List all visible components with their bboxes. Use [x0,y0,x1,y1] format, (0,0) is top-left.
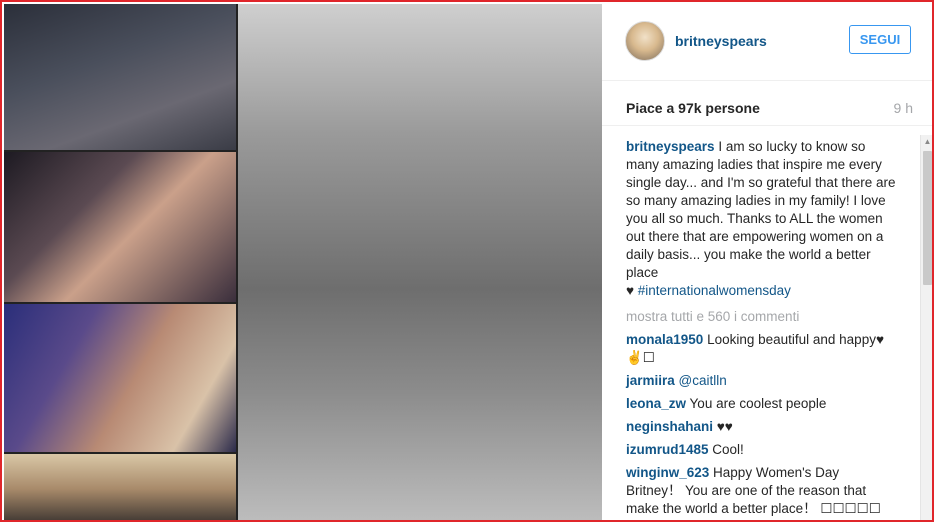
post-sidebar: britneyspears SEGUI Piace a 97k persone … [602,4,932,520]
caption-username[interactable]: britneyspears [626,139,715,154]
comment-username[interactable]: monala1950 [626,332,703,347]
comment-username[interactable]: leona_zw [626,396,686,411]
comment-item: neginshahani ♥♥ [626,418,898,436]
collage-photo-3 [4,304,236,452]
comment-item: monala1950 Looking beautiful and happy♥✌… [626,331,898,367]
comment-item: leona_zw You are coolest people [626,395,898,413]
post-time[interactable]: 9 h [894,100,913,116]
comments-list: britneyspears I am so lucky to know so m… [626,138,898,520]
caption-text: I am so lucky to know so many amazing la… [626,139,896,280]
comment-text: ♥♥ [716,419,733,434]
likes-count[interactable]: Piace a 97k persone [626,100,760,116]
main-photo [238,4,602,520]
post-header: britneyspears SEGUI [602,4,932,81]
comment-mention[interactable]: @caitlln [679,373,727,388]
follow-button[interactable]: SEGUI [849,25,911,54]
post-caption: britneyspears I am so lucky to know so m… [626,138,898,300]
comment-username[interactable]: winginw_623 [626,465,709,480]
hashtag-link[interactable]: #internationalwomensday [638,283,791,298]
avatar[interactable] [625,21,665,61]
collage-photo-4 [4,454,236,520]
heart-icon: ♥ [626,283,635,298]
author-username[interactable]: britneyspears [675,33,767,49]
comment-item: winginw_623 Happy Women's Day Britney！ Y… [626,464,898,518]
collage-photo-2 [4,152,236,302]
comment-text: Cool! [712,442,744,457]
comment-text: You are coolest people [689,396,827,411]
post-media[interactable] [4,4,602,520]
show-all-comments-link[interactable]: mostra tutti e 560 i commenti [626,308,898,326]
scroll-up-arrow-icon[interactable]: ▲ [921,135,932,149]
comment-username[interactable]: jarmiira [626,373,675,388]
scrollbar-thumb[interactable] [923,151,932,285]
comment-username[interactable]: izumrud1485 [626,442,709,457]
comment-item: jarmiira @caitlln [626,372,898,390]
comment-username[interactable]: neginshahani [626,419,713,434]
likes-row: Piace a 97k persone 9 h [602,81,932,126]
comment-item: izumrud1485 Cool! [626,441,898,459]
comments-scrollbar[interactable]: ▲ [920,135,932,520]
collage-photo-1 [4,4,236,150]
instagram-post-window: britneyspears SEGUI Piace a 97k persone … [0,0,934,522]
